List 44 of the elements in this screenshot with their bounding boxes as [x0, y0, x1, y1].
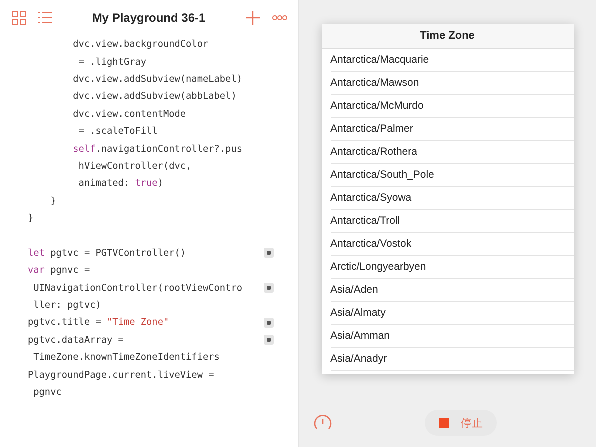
more-icon[interactable]	[272, 15, 288, 21]
code-line: ller: pgtvc)	[32, 300, 102, 312]
code-line: self.navigationController?.pus	[72, 144, 244, 155]
code-line: dvc.view.contentMode	[72, 108, 188, 120]
code-line: hViewController(dvc,	[78, 160, 193, 172]
code-line: }	[50, 196, 58, 207]
table-row[interactable]: Antarctica/Vostok	[330, 233, 574, 256]
table-row[interactable]: Antarctica/Rothera	[330, 141, 574, 164]
code-line: animated: true)	[78, 178, 164, 190]
result-icon[interactable]	[264, 283, 274, 294]
table-row[interactable]: Antarctica/South_Pole	[330, 164, 574, 187]
code-line: TimeZone.knownTimeZoneIdentifiers	[32, 352, 221, 364]
code-line: pgtvc.title = "Time Zone"	[28, 317, 170, 328]
table-row[interactable]: Antarctica/McMurdo	[330, 95, 574, 118]
code-line: let pgtvc = PGTVController()	[28, 248, 188, 259]
table-row[interactable]: Asia/Almaty	[330, 302, 574, 325]
playground-title: My Playground 36-1	[91, 11, 207, 25]
add-icon[interactable]	[246, 11, 260, 25]
table-row[interactable]: Antarctica/Mawson	[330, 72, 574, 95]
table-row[interactable]: Asia/Amman	[330, 325, 574, 348]
code-line: var pgnvc =	[28, 265, 92, 276]
grid-icon[interactable]	[12, 11, 26, 25]
code-line: pgtvc.dataArray =	[28, 334, 125, 346]
nav-title: Time Zone	[420, 30, 475, 42]
code-line: = .scaleToFill	[78, 126, 159, 138]
table-row[interactable]: Antarctica/Troll	[330, 210, 574, 233]
code-line: dvc.view.addSubview(nameLabel)	[72, 74, 244, 85]
code-line: PlaygroundPage.current.liveView =	[28, 370, 216, 381]
result-icon[interactable]	[264, 335, 274, 346]
code-line: dvc.view.addSubview(abbLabel)	[72, 91, 238, 102]
code-line: dvc.view.backgroundColor	[72, 39, 210, 50]
code-line: UINavigationController(rootViewContro	[32, 282, 244, 294]
code-line: }	[28, 213, 35, 224]
code-line: = .lightGray	[78, 56, 148, 68]
table-row[interactable]: Antarctica/Macquarie	[330, 49, 574, 72]
table-row[interactable]: Arctic/Longyearbyen	[330, 256, 574, 279]
result-icon[interactable]	[264, 318, 274, 328]
result-icon[interactable]	[264, 248, 274, 258]
table-row[interactable]: Antarctica/Syowa	[330, 187, 574, 210]
table-row[interactable]: Antarctica/Palmer	[330, 118, 574, 141]
code-line: pgnvc	[32, 387, 63, 398]
list-icon[interactable]	[38, 12, 52, 24]
table-row[interactable]: Asia/Aden	[330, 279, 574, 302]
table-row[interactable]: Asia/Anadyr	[330, 348, 574, 371]
